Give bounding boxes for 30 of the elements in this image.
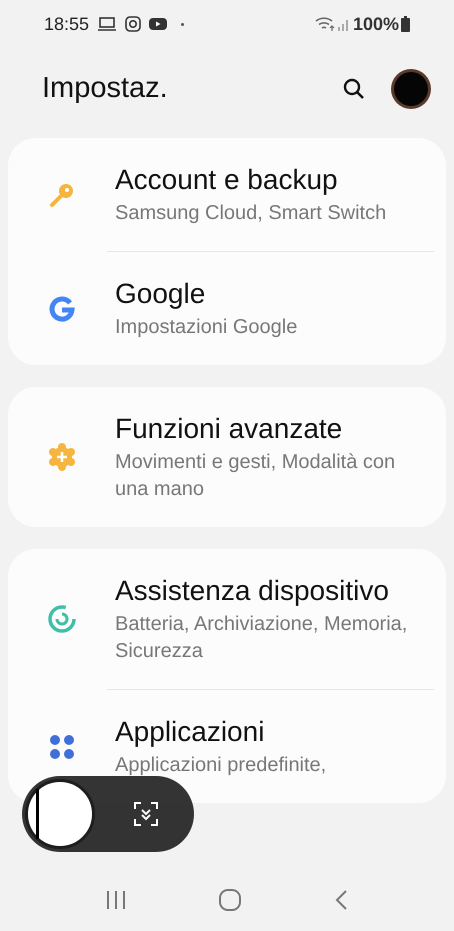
play-icon: [149, 17, 168, 31]
setting-title[interactable]: Google: [115, 276, 298, 312]
setting-subtitle: Samsung Cloud, Smart Switch: [115, 201, 386, 226]
status-time: 18:55: [44, 12, 90, 36]
page-title: Impostaz.: [42, 71, 168, 106]
google-icon: [48, 296, 74, 322]
key-icon: [48, 182, 74, 208]
laptop-icon: [97, 17, 118, 31]
search-icon[interactable]: [342, 77, 366, 101]
avatar-icon[interactable]: [390, 68, 432, 110]
grid-icon: [48, 732, 76, 760]
gear-icon: [48, 443, 76, 471]
setting-title[interactable]: Applicazioni: [115, 714, 326, 750]
setting-subtitle: Impostazioni Google: [115, 315, 298, 340]
home-icon[interactable]: [218, 888, 242, 912]
setting-subtitle: Applicazioni predefinite,: [115, 753, 326, 778]
expand-icon[interactable]: [133, 801, 159, 827]
dot-icon: [181, 22, 184, 26]
setting-title[interactable]: Funzioni avanzate: [115, 411, 422, 447]
setting-subtitle: Movimenti e gesti, Modalità con una mano: [115, 450, 396, 502]
refresh-circle-icon: [46, 604, 76, 634]
setting-title[interactable]: Account e backup: [115, 162, 386, 198]
recents-icon[interactable]: [105, 890, 128, 910]
wifi-icon: [314, 16, 335, 32]
battery-percent: 100%: [352, 12, 399, 36]
setting-title[interactable]: Assistenza dispositivo: [115, 573, 422, 609]
battery-icon: [401, 16, 410, 32]
setting-subtitle: Batteria, Archiviazione, Memoria, Sicurezza: [115, 612, 408, 664]
camera-icon: [125, 16, 142, 32]
pill-handle[interactable]: [25, 779, 95, 849]
